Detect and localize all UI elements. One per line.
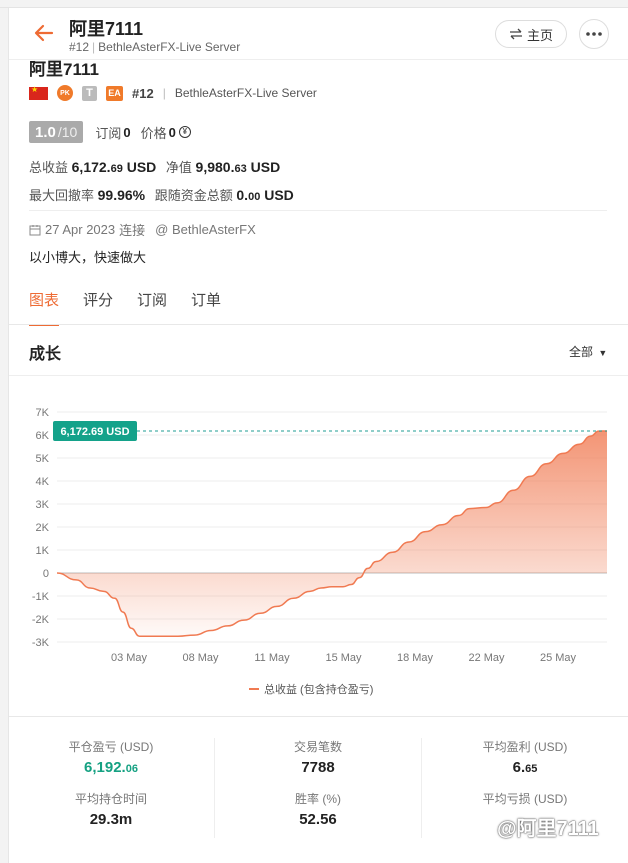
price-value: 0: [168, 124, 176, 140]
equity-value: 9,980.63 USD: [195, 159, 281, 175]
page-header: 阿里7111 #12 | BethleAsterFX-Live Server 主页: [9, 8, 628, 60]
x-tick-label: 03 May: [111, 652, 148, 664]
y-tick-label: 2K: [36, 522, 50, 534]
badge-row: PK T EA #12 | BethleAsterFX-Live Server: [29, 84, 317, 102]
pk-badge: PK: [57, 85, 73, 101]
more-button[interactable]: [579, 19, 609, 49]
chart-legend[interactable]: 总收益 (包含持仓盈亏): [249, 681, 373, 697]
tab-rating[interactable]: 评分: [83, 289, 113, 326]
growth-chart: 7K 6K 5K 4K 3K 2K 1K 0 -1K -2K -3K 03 May 08 May 11 M…: [32, 407, 608, 664]
y-tick-label: -2K: [32, 614, 50, 626]
y-tick-label: 6K: [36, 430, 50, 442]
y-tick-label: -3K: [32, 637, 50, 649]
metric-closed-pnl: 平仓盈亏 (USD) 6,192.06: [68, 740, 154, 776]
header-rank: #12: [69, 40, 90, 54]
drawdown-line: 最大回撤率 99.96% 跟随资金总额 0.00 USD: [29, 187, 294, 203]
x-tick-label: 11 May: [254, 652, 290, 664]
trader-motto: 以小博大，快速做大: [29, 250, 147, 265]
y-tick-label: 1K: [36, 545, 50, 557]
y-tick-label: 3K: [36, 499, 50, 511]
follow-funds-value: 0.00 USD: [236, 187, 294, 203]
trader-name: 阿里7111: [29, 60, 99, 79]
header-subtitle: #12 | BethleAsterFX-Live Server: [69, 40, 241, 54]
subs-value: 0: [123, 124, 131, 140]
metric-win-rate: 胜率 (%) 52.56: [295, 792, 341, 828]
back-arrow-icon[interactable]: [33, 22, 55, 44]
profile-card: 阿里7111 #12 | BethleAsterFX-Live Server 主页 …: [8, 8, 628, 863]
top-border: [0, 0, 628, 8]
calendar-icon: [29, 224, 41, 235]
ea-badge: EA: [106, 85, 123, 101]
joined-date: 27 Apr 2023: [45, 222, 116, 237]
series-area: [57, 431, 607, 637]
y-tick-label: 7K: [36, 407, 50, 419]
x-tick-label: 22 May: [468, 652, 505, 664]
header-title: 阿里7111: [69, 19, 144, 39]
growth-title: 成长: [29, 346, 62, 363]
tab-orders[interactable]: 订单: [191, 289, 221, 326]
tab-bar: 图表 评分 订阅 订单: [29, 289, 221, 326]
x-tick-label: 18 May: [397, 652, 434, 664]
y-tick-label: -1K: [32, 591, 50, 603]
range-select[interactable]: 全部 ▼: [569, 343, 607, 360]
home-button[interactable]: 主页: [495, 20, 567, 48]
x-tick-label: 25 May: [540, 652, 577, 664]
metric-avg-hold-time: 平均持仓时间 29.3m: [74, 792, 147, 828]
coin-icon: ¥: [178, 126, 191, 138]
china-flag-icon: [29, 85, 48, 100]
rank: #12: [132, 85, 154, 101]
tab-chart[interactable]: 图表: [29, 289, 60, 326]
watermark: @阿里7111: [497, 818, 599, 840]
legend-label: 总收益 (包含持仓盈亏): [264, 684, 374, 696]
broker-handle[interactable]: @ BethleAsterFX: [155, 222, 256, 237]
legend-swatch: [249, 688, 259, 690]
header-server: BethleAsterFX-Live Server: [98, 40, 241, 54]
subs-label: 订阅: [95, 125, 122, 141]
t-badge: T: [82, 85, 97, 101]
rating-score: 1.0/10: [29, 121, 84, 143]
more-dots-icon: [586, 32, 602, 36]
y-tick-label: 4K: [36, 476, 50, 488]
drawdown-value: 99.96%: [97, 187, 146, 203]
rating-row: 1.0/10 订阅 0 价格 0 ¥: [29, 121, 191, 143]
y-tick-label: 0: [43, 568, 49, 580]
metric-trade-count: 交易笔数 7788: [293, 740, 342, 776]
y-tick-label: 5K: [36, 453, 50, 465]
profit-equity-line: 总收益 6,172.69 USD 净值 9,980.63 USD: [29, 159, 281, 175]
price-label: 价格: [140, 125, 167, 141]
x-tick-label: 15 May: [325, 652, 362, 664]
joined-info: 27 Apr 2023 连接 @ BethleAsterFX: [29, 220, 256, 239]
total-profit-value: 6,172.69 USD: [71, 159, 157, 175]
caret-down-icon: ▼: [598, 348, 608, 358]
swap-icon: [509, 28, 522, 40]
last-value-label: 6,172.69 USD: [60, 426, 129, 438]
server-name: BethleAsterFX-Live Server: [174, 86, 317, 100]
x-tick-label: 08 May: [182, 652, 219, 664]
metric-avg-profit: 平均盈利 (USD) 6.65: [482, 740, 568, 776]
metric-avg-loss: 平均亏损 (USD): [482, 792, 568, 806]
home-button-label: 主页: [526, 27, 553, 43]
tab-subscribe[interactable]: 订阅: [137, 289, 167, 326]
